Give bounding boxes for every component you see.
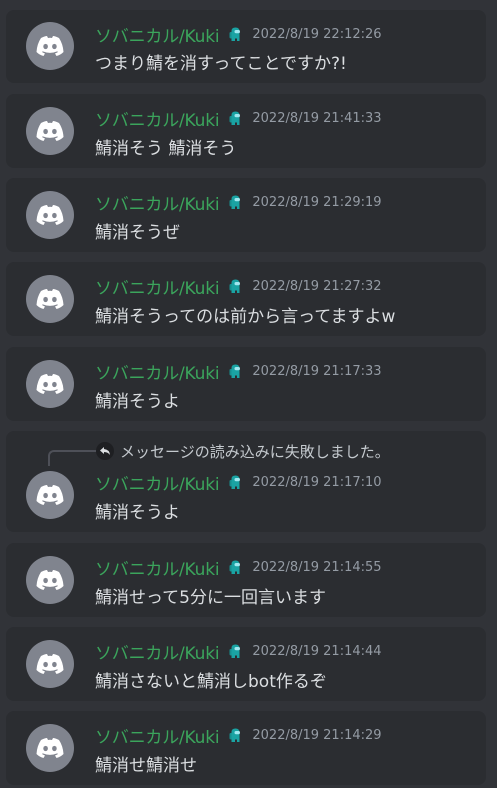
- reply-reference[interactable]: メッセージの読み込みに失敗しました。: [96, 440, 390, 462]
- username[interactable]: ソバニカル/Kuki: [95, 639, 220, 664]
- username[interactable]: ソバニカル/Kuki: [95, 555, 220, 580]
- among-us-crewmate-icon[interactable]: [228, 727, 242, 743]
- avatar[interactable]: [26, 471, 74, 519]
- username[interactable]: ソバニカル/Kuki: [95, 274, 220, 299]
- message-header: ソバニカル/Kuki 2022/8/19 21:14:29: [95, 723, 382, 748]
- message-header: ソバニカル/Kuki 2022/8/19 21:14:55: [95, 555, 382, 580]
- message-content: 鯖消そうよ: [95, 503, 180, 523]
- timestamp: 2022/8/19 21:17:33: [252, 363, 382, 379]
- reply-connector-line: [48, 450, 96, 466]
- timestamp: 2022/8/19 22:12:26: [252, 26, 382, 42]
- message-content: 鯖消そうよ: [95, 392, 180, 412]
- message-content: 鯖消せって5分に一回言います: [95, 588, 326, 608]
- among-us-crewmate-icon[interactable]: [228, 643, 242, 659]
- username[interactable]: ソバニカル/Kuki: [95, 190, 220, 215]
- discord-logo-icon: [36, 569, 64, 590]
- message-content: 鯖消さないと鯖消しbot作るぞ: [95, 672, 327, 692]
- timestamp: 2022/8/19 21:27:32: [252, 278, 382, 294]
- avatar[interactable]: [26, 556, 74, 604]
- username[interactable]: ソバニカル/Kuki: [95, 470, 220, 495]
- avatar[interactable]: [26, 107, 74, 155]
- message-card[interactable]: ソバニカル/Kuki 2022/8/19 21:14:29 鯖消せ鯖消せ: [6, 711, 486, 785]
- username[interactable]: ソバニカル/Kuki: [95, 22, 220, 47]
- discord-logo-icon: [36, 35, 64, 56]
- timestamp: 2022/8/19 21:14:44: [252, 643, 382, 659]
- message-content: 鯖消そうぜ: [95, 223, 180, 243]
- message-header: ソバニカル/Kuki 2022/8/19 21:14:44: [95, 639, 382, 664]
- avatar[interactable]: [26, 640, 74, 688]
- timestamp: 2022/8/19 21:29:19: [252, 194, 382, 210]
- message-content: 鯖消そうってのは前から言ってますよw: [95, 307, 396, 327]
- message-card[interactable]: ソバニカル/Kuki 2022/8/19 21:29:19 鯖消そうぜ: [6, 178, 486, 252]
- discord-logo-icon: [36, 288, 64, 309]
- message-card[interactable]: ソバニカル/Kuki 2022/8/19 21:14:44 鯖消さないと鯖消しb…: [6, 627, 486, 701]
- message-content: 鯖消せ鯖消せ: [95, 756, 197, 776]
- timestamp: 2022/8/19 21:14:29: [252, 727, 382, 743]
- among-us-crewmate-icon[interactable]: [228, 26, 242, 42]
- among-us-crewmate-icon[interactable]: [228, 474, 242, 490]
- message-card[interactable]: ソバニカル/Kuki 2022/8/19 21:17:33 鯖消そうよ: [6, 347, 486, 421]
- discord-logo-icon: [36, 120, 64, 141]
- among-us-crewmate-icon[interactable]: [228, 278, 242, 294]
- message-header: ソバニカル/Kuki 2022/8/19 22:12:26: [95, 22, 382, 47]
- message-content: つまり鯖を消すってことですか?!: [95, 54, 347, 74]
- message-header: ソバニカル/Kuki 2022/8/19 21:17:33: [95, 359, 382, 384]
- message-card[interactable]: ソバニカル/Kuki 2022/8/19 21:14:55 鯖消せって5分に一回…: [6, 543, 486, 617]
- message-card[interactable]: ソバニカル/Kuki 2022/8/19 21:27:32 鯖消そうってのは前か…: [6, 262, 486, 336]
- avatar[interactable]: [26, 724, 74, 772]
- discord-logo-icon: [36, 204, 64, 225]
- message-content: 鯖消そう 鯖消そう: [95, 139, 237, 159]
- discord-logo-icon: [36, 653, 64, 674]
- reply-failed-text: メッセージの読み込みに失敗しました。: [120, 442, 390, 461]
- message-card[interactable]: ソバニカル/Kuki 2022/8/19 21:41:33 鯖消そう 鯖消そう: [6, 94, 486, 168]
- message-header: ソバニカル/Kuki 2022/8/19 21:29:19: [95, 190, 382, 215]
- username[interactable]: ソバニカル/Kuki: [95, 106, 220, 131]
- discord-logo-icon: [36, 484, 64, 505]
- message-header: ソバニカル/Kuki 2022/8/19 21:27:32: [95, 274, 382, 299]
- message-card[interactable]: ソバニカル/Kuki 2022/8/19 22:12:26 つまり鯖を消すってこ…: [6, 10, 486, 83]
- username[interactable]: ソバニカル/Kuki: [95, 723, 220, 748]
- timestamp: 2022/8/19 21:17:10: [252, 474, 382, 490]
- among-us-crewmate-icon[interactable]: [228, 194, 242, 210]
- avatar[interactable]: [26, 22, 74, 70]
- message-card-reply[interactable]: メッセージの読み込みに失敗しました。 ソバニカル/Kuki 2022/8/19 …: [6, 431, 486, 532]
- message-feed: ソバニカル/Kuki 2022/8/19 22:12:26 つまり鯖を消すってこ…: [0, 0, 497, 788]
- timestamp: 2022/8/19 21:41:33: [252, 110, 382, 126]
- among-us-crewmate-icon[interactable]: [228, 363, 242, 379]
- among-us-crewmate-icon[interactable]: [228, 110, 242, 126]
- discord-logo-icon: [36, 373, 64, 394]
- message-header: ソバニカル/Kuki 2022/8/19 21:41:33: [95, 106, 382, 131]
- timestamp: 2022/8/19 21:14:55: [252, 559, 382, 575]
- avatar[interactable]: [26, 191, 74, 239]
- reply-arrow-icon: [96, 442, 114, 460]
- avatar[interactable]: [26, 360, 74, 408]
- username[interactable]: ソバニカル/Kuki: [95, 359, 220, 384]
- discord-logo-icon: [36, 737, 64, 758]
- message-header: ソバニカル/Kuki 2022/8/19 21:17:10: [95, 470, 382, 495]
- among-us-crewmate-icon[interactable]: [228, 559, 242, 575]
- avatar[interactable]: [26, 275, 74, 323]
